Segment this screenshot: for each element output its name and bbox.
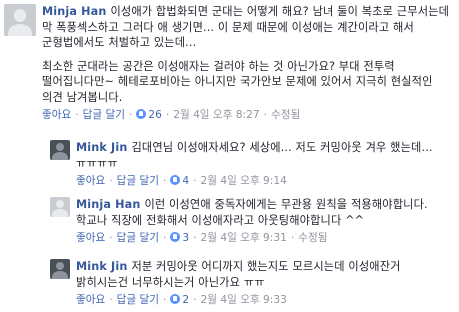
separator: ·	[193, 175, 197, 187]
avatar-head-shape	[56, 143, 64, 152]
thumbs-up-icon	[136, 109, 147, 119]
separator: ·	[290, 232, 295, 244]
separator: ·	[193, 294, 197, 306]
comment-paragraph: 최소한 군대라는 공간은 이성애자는 걸러야 하는 것 아닌가요? 부대 전투력…	[42, 59, 433, 104]
separator: ·	[109, 294, 113, 306]
separator: ·	[162, 294, 167, 306]
separator: ·	[165, 109, 170, 121]
reply-comment: Minja Han 이런 이성연애 중독자에게는 무관용 원칙을 적용해야합니다.…	[50, 197, 455, 245]
comment-timestamp[interactable]: 2월 4일 오후 8:27	[173, 109, 259, 121]
edited-label[interactable]: 수정됨	[298, 232, 327, 244]
reply-button[interactable]: 답글 달기	[83, 109, 125, 121]
separator: ·	[128, 109, 133, 121]
comment-thread-main: Minja Han 이성애가 합법화되면 군대는 어떻게 해요? 남녀 둘이 복초…	[4, 4, 455, 122]
thumbs-up-icon	[170, 294, 181, 304]
comment-author[interactable]: Minja Han	[76, 198, 140, 211]
comment-actions: 좋아요 · 답글 달기 · 3 · 2월 4일 오후 9:31 · 수정됨	[76, 231, 455, 245]
reply-comment: Mink Jin 김대연님 이성애자세요? 세상에... 저도 커밍아웃 겨우 했…	[50, 140, 455, 188]
comment-actions: 좋아요 · 답글 달기 · 26 · 2월 4일 오후 8:27 · 수정됨	[42, 108, 455, 122]
separator: ·	[162, 232, 167, 244]
like-button[interactable]: 좋아요	[76, 232, 105, 244]
comment-timestamp[interactable]: 2월 4일 오후 9:31	[200, 232, 286, 244]
comment-text: Minja Han 이런 이성연애 중독자에게는 무관용 원칙을 적용해야합니다.…	[76, 197, 455, 228]
comment-body: Mink Jin 저분 커밍아웃 어디까지 했는지도 모르시는데 이성애잔거 밝히…	[76, 259, 455, 307]
avatar[interactable]	[50, 197, 70, 217]
comment-author[interactable]: Mink Jin	[76, 260, 127, 273]
separator: ·	[109, 175, 113, 187]
avatar-shoulders-shape	[52, 271, 68, 279]
comment-body: Mink Jin 김대연님 이성애자세요? 세상에... 저도 커밍아웃 겨우 했…	[76, 140, 455, 188]
avatar-head-shape	[56, 262, 64, 271]
avatar-head-shape	[13, 9, 27, 22]
separator: ·	[263, 109, 267, 121]
separator: ·	[109, 232, 113, 244]
avatar-shoulders-shape	[7, 23, 33, 36]
comment-body: Minja Han 이성애가 합법화되면 군대는 어떻게 해요? 남녀 둘이 복초…	[42, 4, 455, 122]
comment-actions: 좋아요 · 답글 달기 · 2 · 2월 4일 오후 9:33	[76, 293, 455, 307]
avatar-head-shape	[56, 200, 64, 209]
reply-button[interactable]: 답글 달기	[117, 232, 159, 244]
avatar-shoulders-shape	[52, 152, 68, 160]
comment-text: Minja Han 이성애가 합법화되면 군대는 어떻게 해요? 남녀 둘이 복초…	[42, 4, 455, 105]
comment-timestamp[interactable]: 2월 4일 오후 9:14	[200, 175, 286, 187]
avatar[interactable]	[4, 4, 36, 36]
separator: ·	[75, 109, 79, 121]
avatar-shoulders-shape	[52, 209, 68, 217]
like-count[interactable]: 26	[148, 109, 161, 121]
like-button[interactable]: 좋아요	[76, 294, 105, 306]
avatar[interactable]	[50, 140, 70, 160]
like-count[interactable]: 3	[182, 232, 189, 244]
comment-actions: 좋아요 · 답글 달기 · 4 · 2월 4일 오후 9:14	[76, 174, 455, 188]
avatar[interactable]	[50, 259, 70, 279]
like-count[interactable]: 2	[182, 294, 189, 306]
separator: ·	[162, 175, 167, 187]
like-button[interactable]: 좋아요	[42, 109, 71, 121]
comment-body: Minja Han 이런 이성연애 중독자에게는 무관용 원칙을 적용해야합니다.…	[76, 197, 455, 245]
like-count[interactable]: 4	[182, 175, 189, 187]
comment-text: Mink Jin 김대연님 이성애자세요? 세상에... 저도 커밍아웃 겨우 했…	[76, 140, 455, 171]
reply-comment: Mink Jin 저분 커밍아웃 어디까지 했는지도 모르시는데 이성애잔거 밝히…	[50, 259, 455, 307]
comment-text: Mink Jin 저분 커밍아웃 어디까지 했는지도 모르시는데 이성애잔거 밝히…	[76, 259, 455, 290]
thumbs-up-icon	[170, 232, 181, 242]
separator: ·	[193, 232, 197, 244]
comment-paragraph: 김대연님 이성애자세요? 세상에... 저도 커밍아웃 겨우 했는데... ㅠㅠ…	[76, 141, 433, 170]
comment-author[interactable]: Minja Han	[42, 5, 106, 18]
edited-label[interactable]: 수정됨	[271, 109, 300, 121]
comment-timestamp[interactable]: 2월 4일 오후 9:33	[200, 294, 286, 306]
comment-author[interactable]: Mink Jin	[76, 141, 127, 154]
like-button[interactable]: 좋아요	[76, 175, 105, 187]
reply-button[interactable]: 답글 달기	[117, 294, 159, 306]
thumbs-up-icon	[170, 175, 181, 185]
reply-button[interactable]: 답글 달기	[117, 175, 159, 187]
